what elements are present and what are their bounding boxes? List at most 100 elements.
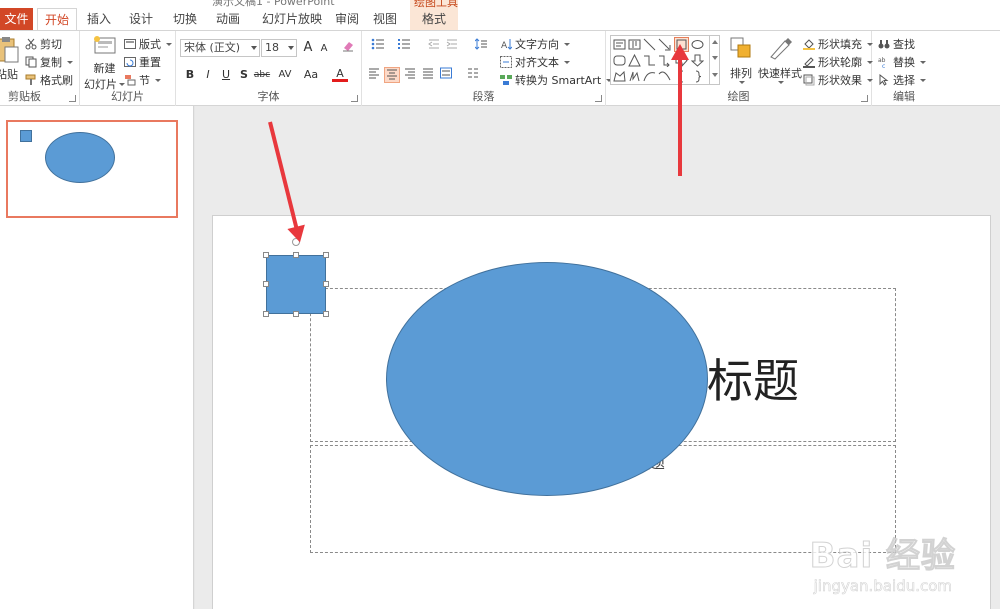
underline-button[interactable]: U (218, 67, 234, 83)
section-button[interactable]: 节 (124, 72, 161, 88)
gallery-more-icon[interactable] (712, 73, 718, 77)
down-arrow-shape-icon[interactable] (691, 54, 704, 67)
curve-shape-icon[interactable] (643, 70, 656, 83)
scribble-shape-icon[interactable] (628, 70, 641, 83)
arrange-button[interactable]: 排列 (728, 35, 754, 84)
numbering-button[interactable] (392, 38, 414, 54)
outdent-icon (428, 38, 440, 50)
text-direction-button[interactable]: A 文字方向 (500, 36, 570, 52)
font-name-combo[interactable]: 宋体 (正文) (180, 39, 260, 57)
shrink-font-button[interactable]: A (316, 41, 332, 57)
new-slide-button[interactable]: 新建 幻灯片 (84, 34, 125, 92)
shape-effects-icon (803, 74, 815, 86)
align-left-button[interactable] (366, 67, 382, 83)
align-text-button[interactable]: 对齐文本 (500, 54, 570, 70)
scissors-icon (25, 38, 37, 50)
convert-smartart-button[interactable]: 转换为 SmartArt (500, 72, 613, 88)
elbow-connector-shape-icon[interactable] (643, 54, 656, 67)
tab-animations[interactable]: 动画 (209, 8, 247, 30)
cut-label: 剪切 (40, 38, 62, 51)
arc-shape-icon[interactable] (658, 70, 671, 83)
line-shape-icon[interactable] (643, 38, 656, 51)
align-text-icon (500, 56, 512, 68)
oval-shape-icon[interactable] (691, 38, 704, 51)
clear-format-button[interactable] (340, 40, 356, 56)
vertical-text-box-shape-icon[interactable] (628, 38, 641, 51)
change-case-button[interactable]: Aa (300, 67, 322, 83)
resize-handle-left[interactable] (263, 281, 269, 287)
align-right-button[interactable] (402, 67, 418, 83)
selected-square-shape[interactable] (266, 255, 326, 314)
resize-handle-top[interactable] (293, 252, 299, 258)
elbow-arrow-connector-shape-icon[interactable] (658, 54, 671, 67)
shape-outline-button[interactable]: 形状轮廓 (803, 54, 873, 70)
reset-button[interactable]: 重置 (124, 54, 161, 70)
ribbon: 粘贴 剪切 复制 格式刷 剪贴板 新建 幻灯片 版式 重置 节 幻灯片 宋体 (… (0, 30, 1000, 106)
paragraph-launcher-icon[interactable] (595, 95, 602, 102)
arrow-line-shape-icon[interactable] (658, 38, 671, 51)
cut-button[interactable]: 剪切 (25, 36, 62, 52)
tab-insert[interactable]: 插入 (80, 8, 118, 30)
shapes-gallery-scrollbar[interactable] (709, 36, 719, 84)
tab-view[interactable]: 视图 (366, 8, 404, 30)
tab-review[interactable]: 审阅 (328, 8, 366, 30)
slide-thumbnail[interactable] (6, 120, 178, 218)
resize-handle-right[interactable] (323, 281, 329, 287)
tab-file[interactable]: 文件 (0, 8, 33, 30)
resize-handle-bottom-left[interactable] (263, 311, 269, 317)
clipboard-launcher-icon[interactable] (69, 95, 76, 102)
tab-home[interactable]: 开始 (37, 8, 77, 31)
tab-slideshow[interactable]: 幻灯片放映 (254, 8, 330, 30)
drawing-launcher-icon[interactable] (861, 95, 868, 102)
justify-button[interactable] (420, 67, 436, 83)
triangle-shape-icon[interactable] (628, 54, 641, 67)
freeform-shape-icon[interactable] (613, 70, 626, 83)
distributed-button[interactable] (438, 67, 454, 83)
shadow-button[interactable]: S (236, 67, 252, 83)
resize-handle-top-right[interactable] (323, 252, 329, 258)
increase-indent-button[interactable] (444, 38, 460, 54)
bullets-button[interactable] (366, 38, 388, 54)
shape-effects-button[interactable]: 形状效果 (803, 72, 873, 88)
text-box-shape-icon[interactable] (613, 38, 626, 51)
format-painter-button[interactable]: 格式刷 (25, 72, 73, 88)
character-spacing-button[interactable]: AV (274, 67, 296, 83)
group-editing: 查找 ab c 替换 选择 编辑 (872, 31, 936, 106)
group-clipboard: 粘贴 剪切 复制 格式刷 剪贴板 (0, 31, 80, 106)
decrease-indent-button[interactable] (426, 38, 442, 54)
right-brace-shape-icon[interactable] (691, 70, 704, 83)
ellipse-shape[interactable] (386, 262, 708, 496)
layout-button[interactable]: 版式 (124, 36, 172, 52)
shape-fill-button[interactable]: 形状填充 (803, 36, 873, 52)
quick-styles-icon (767, 35, 793, 61)
resize-handle-top-left[interactable] (263, 252, 269, 258)
font-launcher-icon[interactable] (351, 95, 358, 102)
document-title: 演示文稿1 - PowerPoint (212, 0, 335, 8)
select-button[interactable]: 选择 (878, 72, 926, 88)
font-size-combo[interactable]: 18 (261, 39, 297, 57)
grow-font-button[interactable]: A (300, 40, 316, 56)
line-spacing-button[interactable] (470, 38, 492, 54)
tab-format[interactable]: 格式 (410, 8, 458, 30)
italic-button[interactable]: I (200, 67, 216, 83)
gallery-up-icon[interactable] (712, 40, 718, 44)
strikethrough-button[interactable]: abc (252, 67, 272, 83)
select-label: 选择 (893, 74, 915, 87)
replace-button[interactable]: ab c 替换 (878, 54, 926, 70)
group-paragraph: A 文字方向 对齐文本 转换为 SmartArt 段落 (362, 31, 613, 106)
tab-transitions[interactable]: 切换 (166, 8, 204, 30)
tab-design[interactable]: 设计 (122, 8, 160, 30)
find-button[interactable]: 查找 (878, 36, 915, 52)
resize-handle-bottom[interactable] (293, 311, 299, 317)
bold-button[interactable]: B (182, 67, 198, 83)
paste-button[interactable]: 粘贴 (0, 35, 20, 82)
gallery-down-icon[interactable] (712, 56, 718, 60)
quick-styles-button[interactable]: 快速样式 (758, 35, 802, 84)
align-center-button[interactable] (384, 67, 400, 83)
align-right-icon (404, 67, 416, 79)
font-color-button[interactable]: A (332, 66, 348, 82)
rounded-rectangle-shape-icon[interactable] (613, 54, 626, 67)
columns-button[interactable] (462, 67, 484, 83)
resize-handle-bottom-right[interactable] (323, 311, 329, 317)
copy-button[interactable]: 复制 (25, 54, 73, 70)
